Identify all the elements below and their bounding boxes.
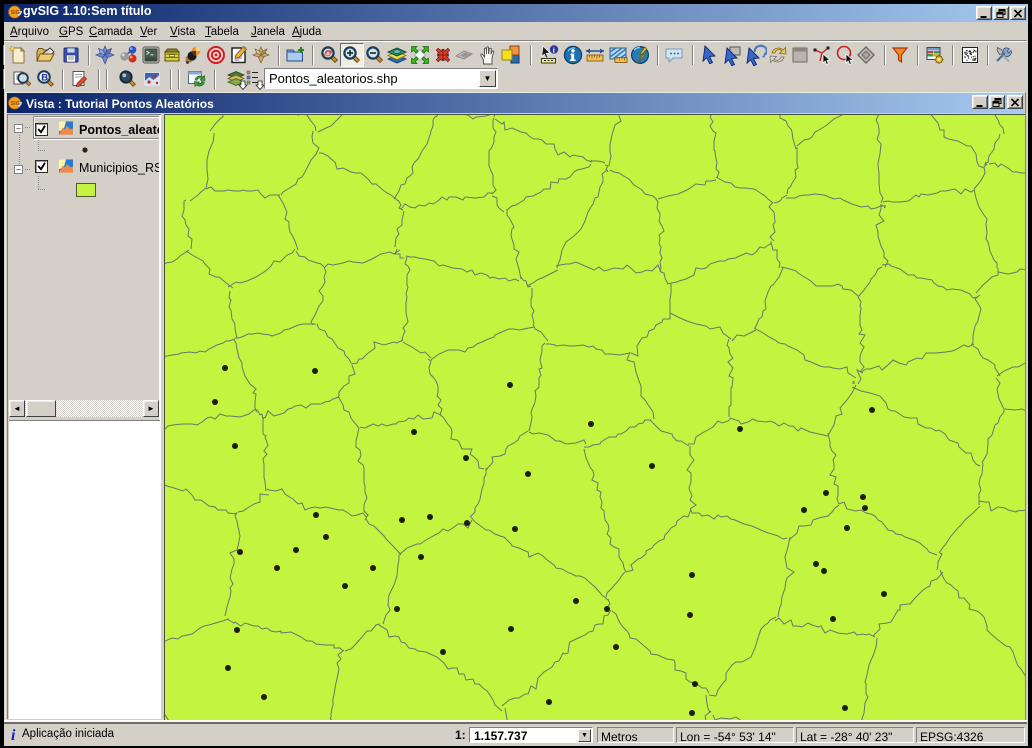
svg-text:SIG: SIG: [11, 10, 20, 16]
svg-text:i: i: [11, 727, 16, 743]
svg-text:i: i: [553, 46, 555, 55]
svg-text:B: B: [41, 73, 48, 84]
svg-text:SIG: SIG: [11, 101, 20, 107]
